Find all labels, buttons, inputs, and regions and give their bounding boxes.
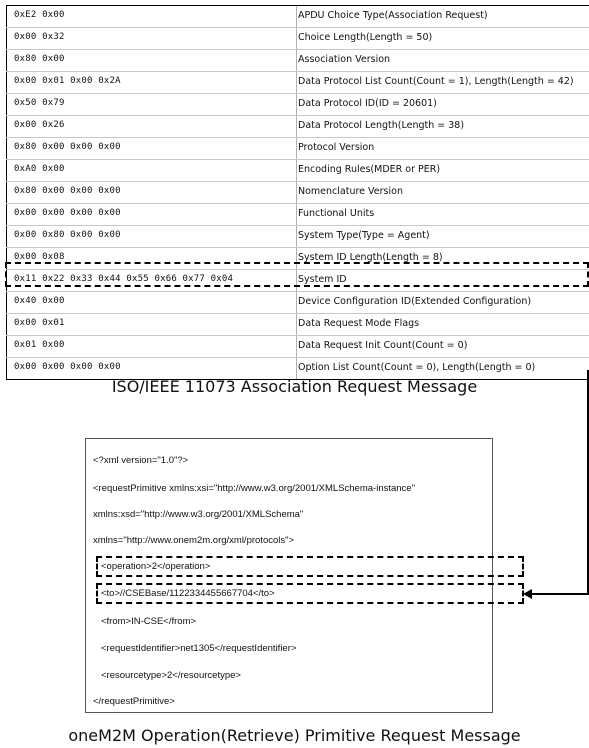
desc-cell: Data Request Mode Flags — [298, 318, 420, 329]
desc-cell: Data Protocol List Count(Count = 1), Len… — [298, 76, 574, 87]
hex-cell: 0x50 0x79 — [14, 98, 65, 108]
desc-cell: Association Version — [298, 54, 391, 65]
hex-cell: 0x00 0x32 — [14, 32, 65, 42]
connector-line-horizontal — [531, 593, 589, 595]
table-row: 0x00 0x01 0x00 0x2A Data Protocol List Co… — [6, 72, 589, 94]
system-id-highlight — [5, 262, 589, 287]
table-row: 0xE2 0x00 APDU Choice Type(Association Re… — [6, 6, 589, 28]
table-row: 0x00 0x00 0x00 0x00 Option List Count(Cou… — [6, 358, 589, 379]
table-row: 0x80 0x00 0x00 0x00 Protocol Version — [6, 138, 589, 160]
desc-cell: Choice Length(Length = 50) — [298, 32, 433, 43]
desc-cell: Option List Count(Count = 0), Length(Len… — [298, 362, 536, 373]
table-row: 0x00 0x32 Choice Length(Length = 50) — [6, 28, 589, 50]
hex-cell: 0x00 0x00 0x00 0x00 — [14, 208, 121, 218]
desc-cell: Data Protocol Length(Length = 38) — [298, 120, 465, 131]
to-highlight — [96, 583, 524, 604]
xml-line: <?xml version="1.0"?> — [93, 455, 189, 466]
operation-highlight — [96, 556, 524, 577]
hex-cell: 0xA0 0x00 — [14, 164, 65, 174]
hex-cell: 0x00 0x00 0x00 0x00 — [14, 362, 121, 372]
xml-line: xmlns:xsd="http://www.w3.org/2001/XMLSch… — [93, 509, 304, 520]
apdu-table: 0xE2 0x00 APDU Choice Type(Association Re… — [6, 5, 589, 380]
desc-cell: Functional Units — [298, 208, 375, 219]
table-row: 0x00 0x80 0x00 0x00 System Type(Type = Ag… — [6, 226, 589, 248]
table-row: 0x01 0x00 Data Request Init Count(Count =… — [6, 336, 589, 358]
table-row: 0x00 0x26 Data Protocol Length(Length = 3… — [6, 116, 589, 138]
table-caption: ISO/IEEE 11073 Association Request Messa… — [111, 377, 478, 396]
xml-line: <requestIdentifier>net1305</requestIdent… — [101, 643, 297, 654]
xml-line: xmlns="http://www.onem2m.org/xml/protoco… — [93, 535, 295, 546]
table-row: 0x80 0x00 0x00 0x00 Nomenclature Version — [6, 182, 589, 204]
table-row: 0x00 0x01 Data Request Mode Flags — [6, 314, 589, 336]
table-row: 0xA0 0x00 Encoding Rules(MDER or PER) — [6, 160, 589, 182]
hex-cell: 0xE2 0x00 — [14, 10, 65, 20]
xml-line: <requestPrimitive xmlns:xsi="http://www.… — [93, 483, 415, 494]
hex-cell: 0x80 0x00 0x00 0x00 — [14, 186, 121, 196]
arrow-head-icon — [523, 589, 532, 599]
hex-cell: 0x00 0x01 — [14, 318, 65, 328]
xml-line: </requestPrimitive> — [93, 696, 175, 707]
hex-cell: 0x00 0x01 0x00 0x2A — [14, 76, 121, 86]
table-row: 0x80 0x00 Association Version — [6, 50, 589, 72]
xml-line: <from>IN-CSE</from> — [101, 616, 197, 627]
desc-cell: System Type(Type = Agent) — [298, 230, 430, 241]
desc-cell: Nomenclature Version — [298, 186, 403, 197]
desc-cell: Device Configuration ID(Extended Configu… — [298, 296, 532, 307]
hex-cell: 0x00 0x80 0x00 0x00 — [14, 230, 121, 240]
hex-cell: 0x00 0x08 — [14, 252, 65, 262]
hex-cell: 0x00 0x26 — [14, 120, 65, 130]
xml-line: <resourcetype>2</resourcetype> — [101, 670, 241, 681]
hex-cell: 0x80 0x00 — [14, 54, 65, 64]
desc-cell: Protocol Version — [298, 142, 375, 153]
hex-cell: 0x01 0x00 — [14, 340, 65, 350]
desc-cell: Encoding Rules(MDER or PER) — [298, 164, 441, 175]
table-row: 0x50 0x79 Data Protocol ID(ID = 20601) — [6, 94, 589, 116]
hex-cell: 0x40 0x00 — [14, 296, 65, 306]
table-row: 0x40 0x00 Device Configuration ID(Extende… — [6, 292, 589, 314]
table-row: 0x00 0x00 0x00 0x00 Functional Units — [6, 204, 589, 226]
desc-cell: Data Protocol ID(ID = 20601) — [298, 98, 437, 109]
xml-caption: oneM2M Operation(Retrieve) Primitive Req… — [68, 726, 521, 745]
desc-cell: APDU Choice Type(Association Request) — [298, 10, 488, 21]
desc-cell: Data Request Init Count(Count = 0) — [298, 340, 468, 351]
hex-cell: 0x80 0x00 0x00 0x00 — [14, 142, 121, 152]
